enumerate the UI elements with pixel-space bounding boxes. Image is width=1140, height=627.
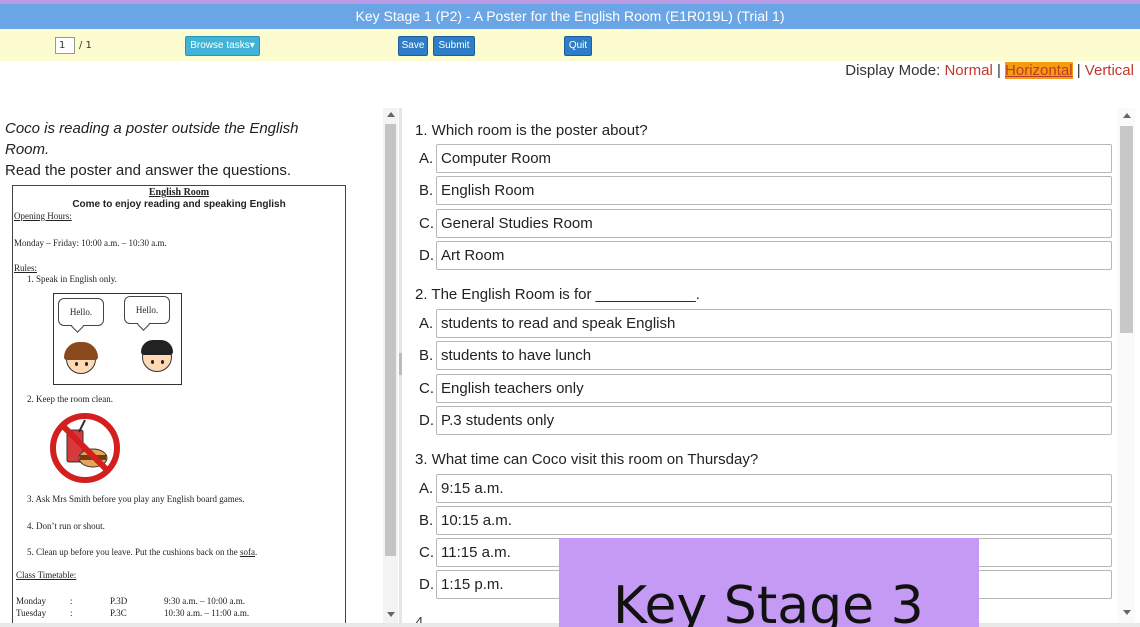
option-text[interactable]: students to have lunch <box>436 341 1112 370</box>
rule-5-text: 5. Clean up before you leave. Put the cu… <box>27 547 240 557</box>
option-text[interactable]: Art Room <box>436 241 1112 270</box>
timetable-class: P.3C <box>110 608 127 618</box>
rule-4: 4. Don’t run or shout. <box>27 521 105 531</box>
option-text[interactable]: General Studies Room <box>436 209 1112 238</box>
option-letter: A. <box>419 480 434 497</box>
display-mode-selector: Display Mode: Normal | Horizontal | Vert… <box>845 61 1134 81</box>
option-letter: C. <box>419 544 434 561</box>
speech-illustration: Hello. Hello. <box>53 293 182 385</box>
scrollbar-thumb[interactable] <box>385 124 396 556</box>
separator: | <box>992 62 1006 79</box>
display-mode-vertical[interactable]: Vertical <box>1085 62 1134 79</box>
bubble-text: Hello. <box>69 307 93 317</box>
class-timetable-heading: Class Timetable: <box>16 570 77 580</box>
option-letter: B. <box>419 512 434 529</box>
separator: | <box>1072 62 1085 79</box>
pane-divider[interactable] <box>399 108 402 623</box>
toolbar: 1 / 1 Browse tasks▾ Save Submit Quit <box>0 29 1140 61</box>
window-title: Key Stage 1 (P2) - A Poster for the Engl… <box>0 4 1140 29</box>
option-3b[interactable]: B. 10:15 a.m. <box>417 506 1114 535</box>
display-mode-horizontal[interactable]: Horizontal <box>1005 62 1073 79</box>
rule-5: 5. Clean up before you leave. Put the cu… <box>27 547 257 557</box>
poster-subtitle: Come to enjoy reading and speaking Engli… <box>72 199 286 210</box>
girl-face-icon <box>64 342 98 374</box>
speech-bubble-icon: Hello. <box>58 298 104 326</box>
option-text[interactable]: English Room <box>436 176 1112 205</box>
timetable-colon: : <box>70 596 73 606</box>
option-2a[interactable]: A. students to read and speak English <box>417 309 1114 338</box>
browse-tasks-button[interactable]: Browse tasks▾ <box>185 36 260 56</box>
question-2: 2. The English Room is for ____________. <box>415 286 700 303</box>
option-text[interactable]: 10:15 a.m. <box>436 506 1112 535</box>
option-text[interactable]: P.3 students only <box>436 406 1112 435</box>
boy-face-icon <box>141 340 173 372</box>
option-text[interactable]: 9:15 a.m. <box>436 474 1112 503</box>
opening-hours-heading: Opening Hours: <box>14 211 72 221</box>
scroll-up-icon[interactable] <box>1123 113 1131 118</box>
browse-tasks-label: Browse tasks <box>190 40 250 51</box>
timetable-time: 10:30 a.m. – 11:00 a.m. <box>164 608 250 618</box>
display-mode-label: Display Mode: <box>845 62 945 79</box>
page-number-input[interactable]: 1 <box>55 37 75 54</box>
opening-hours: Monday – Friday: 10:00 a.m. – 10:30 a.m. <box>14 238 167 248</box>
rule-5-end: . <box>254 547 258 557</box>
option-text[interactable]: students to read and speak English <box>436 309 1112 338</box>
option-letter: D. <box>419 247 434 264</box>
question-3: 3. What time can Coco visit this room on… <box>415 451 759 468</box>
option-letter: D. <box>419 412 434 429</box>
chevron-down-icon: ▾ <box>249 40 255 51</box>
rule-3: 3. Ask Mrs Smith before you play any Eng… <box>27 494 245 504</box>
option-3a[interactable]: A. 9:15 a.m. <box>417 474 1114 503</box>
questions-scrollbar[interactable] <box>1118 108 1135 623</box>
timetable-day: Monday <box>16 596 46 606</box>
rule-5-sofa: sofa <box>239 547 255 557</box>
option-1d[interactable]: D. Art Room <box>417 241 1114 270</box>
passage-intro: Coco is reading a poster outside the Eng… <box>5 120 299 158</box>
quit-button[interactable]: Quit <box>564 36 592 56</box>
overlay-text: Key Stage 3 <box>613 576 924 627</box>
option-2b[interactable]: B. students to have lunch <box>417 341 1114 370</box>
passage-instruction: Read the poster and answer the questions… <box>5 162 292 179</box>
option-2c[interactable]: C. English teachers only <box>417 374 1114 403</box>
timetable-day: Tuesday <box>16 608 47 618</box>
timetable-class: P.3D <box>110 596 128 606</box>
divider-grip[interactable] <box>399 353 402 375</box>
timetable-colon: : <box>70 608 73 618</box>
scroll-down-icon[interactable] <box>387 612 395 617</box>
option-letter: A. <box>419 150 434 167</box>
no-food-icon <box>50 413 120 483</box>
rule-1: 1. Speak in English only. <box>27 274 117 284</box>
bubble-text: Hello. <box>135 305 159 315</box>
passage-scrollbar[interactable] <box>383 108 398 623</box>
poster: English Room Come to enjoy reading and s… <box>12 185 346 623</box>
save-button[interactable]: Save <box>398 36 428 56</box>
scrollbar-thumb[interactable] <box>1120 126 1133 333</box>
page-total: / 1 <box>79 40 92 51</box>
display-mode-normal[interactable]: Normal <box>944 62 992 79</box>
scroll-up-icon[interactable] <box>387 112 395 117</box>
rule-2: 2. Keep the room clean. <box>27 394 113 404</box>
option-letter: B. <box>419 347 434 364</box>
scroll-down-icon[interactable] <box>1123 610 1131 615</box>
question-1: 1. Which room is the poster about? <box>415 122 648 139</box>
question-4-peek: 4. ... <box>415 614 445 623</box>
option-letter: A. <box>419 315 434 332</box>
option-letter: C. <box>419 380 434 397</box>
option-letter: D. <box>419 576 434 593</box>
option-1c[interactable]: C. General Studies Room <box>417 209 1114 238</box>
key-stage-overlay: Key Stage 3 <box>559 538 979 627</box>
option-text[interactable]: English teachers only <box>436 374 1112 403</box>
option-letter: B. <box>419 182 434 199</box>
passage-pane: Coco is reading a poster outside the Eng… <box>0 108 383 623</box>
option-letter: C. <box>419 215 434 232</box>
option-text[interactable]: Computer Room <box>436 144 1112 173</box>
option-1a[interactable]: A. Computer Room <box>417 144 1114 173</box>
option-2d[interactable]: D. P.3 students only <box>417 406 1114 435</box>
speech-bubble-icon: Hello. <box>124 296 170 324</box>
option-1b[interactable]: B. English Room <box>417 176 1114 205</box>
timetable-time: 9:30 a.m. – 10:00 a.m. <box>164 596 245 606</box>
submit-button[interactable]: Submit <box>433 36 475 56</box>
rules-heading: Rules: <box>14 263 38 273</box>
poster-title: English Room <box>148 187 210 198</box>
